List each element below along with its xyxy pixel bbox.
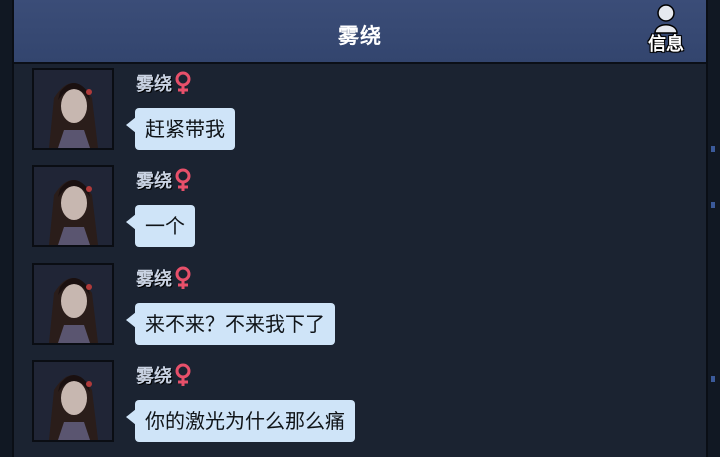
chat-title: 雾绕 [338, 24, 382, 48]
avatar[interactable] [32, 165, 114, 247]
female-icon [175, 71, 191, 94]
info-label: 信息 [648, 34, 684, 55]
chat-header: 雾绕 信息 [14, 0, 706, 64]
sender-row: 雾绕 [136, 70, 192, 96]
sender-name: 雾绕 [136, 74, 172, 95]
info-button[interactable]: 信息 [640, 4, 692, 60]
message-item: 雾绕 赶紧带我 [14, 66, 706, 162]
left-edge [0, 0, 12, 457]
message-bubble: 你的激光为什么那么痛 [126, 400, 355, 442]
sender-row: 雾绕 [136, 167, 192, 193]
message-item: 雾绕 你的激光为什么那么痛 [14, 358, 706, 454]
chat-window: 雾绕 信息 雾绕 赶紧带我 雾绕 一个 雾绕 来不来？不来我下了 雾绕 你的激光… [12, 0, 708, 457]
message-item: 雾绕 一个 [14, 163, 706, 259]
avatar[interactable] [32, 263, 114, 345]
female-icon [175, 168, 191, 191]
sender-name: 雾绕 [136, 366, 172, 387]
avatar[interactable] [32, 360, 114, 442]
female-icon [175, 266, 191, 289]
message-bubble: 赶紧带我 [126, 108, 235, 150]
sender-name: 雾绕 [136, 269, 172, 290]
sender-row: 雾绕 [136, 362, 192, 388]
message-bubble: 一个 [126, 205, 195, 247]
female-icon [175, 363, 191, 386]
avatar[interactable] [32, 68, 114, 150]
sender-name: 雾绕 [136, 171, 172, 192]
sender-row: 雾绕 [136, 265, 192, 291]
message-bubble: 来不来？不来我下了 [126, 303, 335, 345]
right-edge [708, 0, 720, 457]
message-item: 雾绕 来不来？不来我下了 [14, 261, 706, 357]
